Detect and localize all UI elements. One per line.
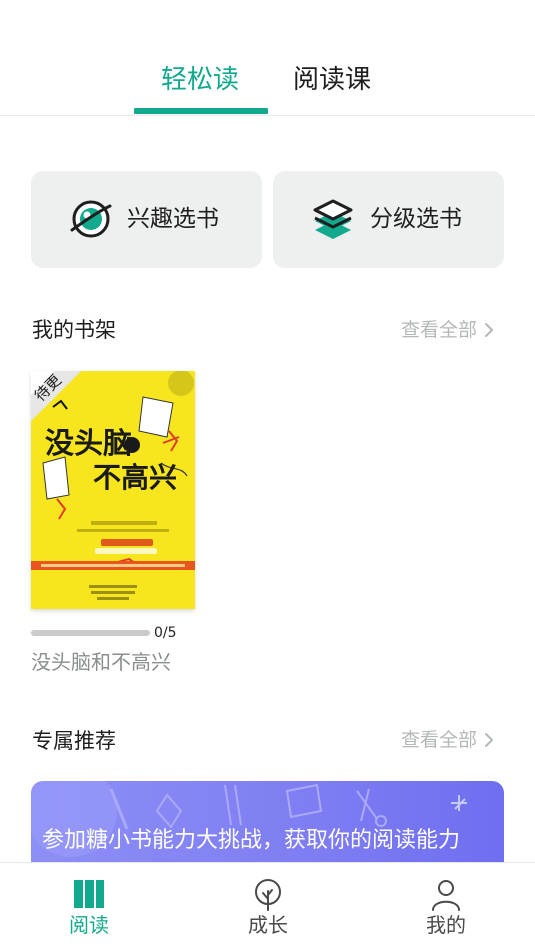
nav-mine[interactable]: 我的: [386, 863, 506, 951]
tree-icon: [255, 879, 281, 911]
bookshelf-see-all-label: 查看全部: [401, 319, 478, 341]
chevron-right-icon: [485, 733, 494, 747]
reading-progress-bar: [31, 630, 150, 636]
ability-challenge-banner[interactable]: 参加糖小书能力大挑战，获取你的阅读能力: [31, 781, 504, 871]
level-select-label: 分级选书: [370, 206, 462, 232]
tab-easy-read[interactable]: 轻松读: [161, 62, 239, 98]
book-cover[interactable]: 没头脑 不高兴 待更: [31, 371, 195, 609]
user-icon: [432, 880, 460, 911]
nav-read-label: 阅读: [69, 913, 109, 937]
nav-grow-label: 成长: [248, 913, 288, 937]
layers-icon: [313, 199, 353, 239]
interest-select-button[interactable]: 兴趣选书: [31, 171, 262, 268]
top-tab-bar: 轻松读 阅读课: [0, 0, 535, 116]
reading-progress-text: 0/5: [154, 625, 177, 641]
tab-reading-course[interactable]: 阅读课: [293, 62, 371, 98]
active-tab-indicator: [134, 108, 268, 114]
chevron-right-icon: [485, 323, 494, 337]
planet-icon: [70, 200, 112, 238]
recommend-title: 专属推荐: [32, 729, 116, 753]
bottom-nav: 阅读 成长 我的: [0, 862, 535, 951]
nav-read[interactable]: 阅读: [29, 863, 149, 951]
book-icon: [74, 880, 104, 908]
cover-title-line1: 没头脑: [45, 426, 132, 460]
nav-grow[interactable]: 成长: [208, 863, 328, 951]
recommend-see-all[interactable]: 查看全部: [401, 726, 495, 754]
level-select-button[interactable]: 分级选书: [273, 171, 504, 268]
nav-mine-label: 我的: [426, 913, 466, 937]
bookshelf-title: 我的书架: [32, 318, 116, 342]
book-cover-art: 没头脑 不高兴: [31, 371, 195, 609]
book-title[interactable]: 没头脑和不高兴: [31, 648, 171, 676]
cover-title-line2: 不高兴: [93, 461, 177, 494]
bookshelf-see-all[interactable]: 查看全部: [401, 316, 495, 344]
banner-text: 参加糖小书能力大挑战，获取你的阅读能力: [42, 828, 461, 853]
interest-select-label: 兴趣选书: [127, 206, 219, 232]
recommend-see-all-label: 查看全部: [401, 729, 478, 751]
